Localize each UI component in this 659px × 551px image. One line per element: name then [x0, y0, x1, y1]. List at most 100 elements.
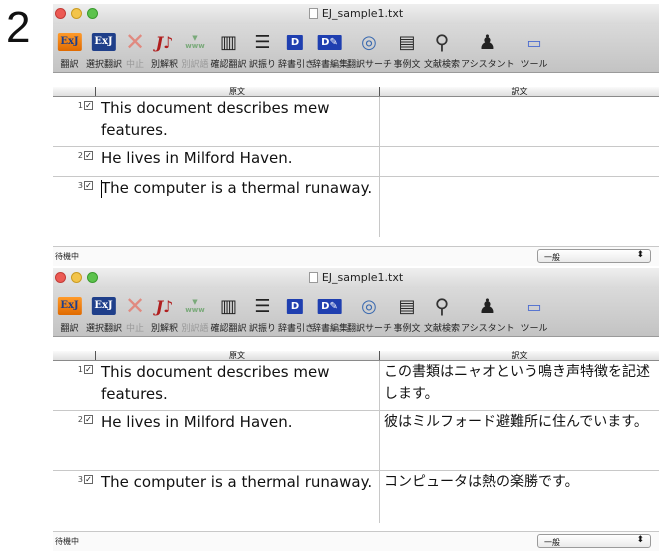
toolbar-button-exj-selection-translate[interactable]: ExJ 選択翻訳 — [86, 27, 122, 71]
toolbar-button-stop[interactable]: ✕ 中止 — [121, 27, 149, 71]
toolbar-button-tool[interactable]: ▭ ツール — [514, 27, 554, 71]
toolbar-button-label: 翻訳サーチ — [347, 324, 393, 334]
toolbar-button-label: 選択翻訳 — [86, 324, 123, 334]
row-checkbox[interactable]: ✓ — [84, 365, 93, 374]
sentence-row[interactable]: 3 ✓ The computer is a thermal runaway. — [53, 177, 659, 237]
toolbar-button-alternative-interpretation[interactable]: J♪ 別解釈 — [149, 291, 180, 335]
dictionary-lookup-icon: D — [286, 295, 304, 317]
source-column-header[interactable]: 原文 — [95, 87, 379, 96]
toolbar-button-label: 中止 — [125, 324, 144, 334]
window-title: EJ_sample1.txt — [53, 7, 659, 20]
alternative-word-icon: ▼ www — [185, 34, 205, 50]
sentence-row[interactable]: 2 ✓ He lives in Milford Haven. — [53, 147, 659, 177]
translation-text[interactable]: コンピュータは熱の楽勝です。 — [384, 471, 658, 493]
source-text[interactable]: This document describes mew features. — [101, 97, 375, 141]
toolbar-button-label: ツール — [520, 324, 548, 334]
toolbar-button-label: ツール — [520, 60, 548, 70]
toolbar-button-label: 事例文 — [393, 324, 421, 334]
toolbar-button-label: 確認翻訳 — [210, 324, 247, 334]
toolbar-button-tool[interactable]: ▭ ツール — [514, 291, 554, 335]
window-title-text: EJ_sample1.txt — [321, 7, 404, 20]
toolbar-button-dictionary-lookup[interactable]: D 辞書引き — [278, 291, 315, 335]
column-header: 原文 訳文 — [53, 87, 659, 97]
title-bar: EJ_sample1.txt — [53, 4, 659, 24]
toolbar-button-stop[interactable]: ✕ 中止 — [121, 291, 149, 335]
toolbar: ExJ 翻訳 ExJ 選択翻訳 ✕ 中止 J♪ 別解釈 ▼ www 別訳語 ▥ 確認翻訳 ☰ 訳振り D 辞書引… — [53, 24, 659, 73]
toolbar-button-exj-translate[interactable]: ExJ 翻訳 — [53, 291, 86, 335]
source-column-header[interactable]: 原文 — [95, 351, 379, 360]
toolbar-button-assistant[interactable]: ♟ アシスタント — [461, 291, 515, 335]
toolbar-button-confirm-translate[interactable]: ▥ 確認翻訳 — [210, 27, 247, 71]
translation-text[interactable]: この書類はニャオという鳴き声特徴を記述します。 — [384, 361, 658, 405]
toolbar-button-document-search[interactable]: ⚲ 文献検索 — [423, 27, 461, 71]
source-text[interactable]: This document describes mew features. — [101, 361, 375, 405]
field-select[interactable]: 一般 ⬍ — [537, 249, 651, 263]
status-bar: 待機中 一般 ⬍ — [53, 246, 659, 266]
toolbar-button-example-sentence[interactable]: ▤ 事例文 — [391, 291, 423, 335]
assistant-icon: ♟ — [478, 294, 497, 318]
alternative-interpretation-icon: J♪ — [155, 32, 174, 52]
furigana-translation-icon: ☰ — [254, 31, 271, 53]
dictionary-lookup-icon: D — [286, 31, 304, 53]
source-text[interactable]: The computer is a thermal runaway. — [101, 471, 375, 493]
row-checkbox[interactable]: ✓ — [84, 181, 93, 190]
toolbar-button-label: 辞書編集 — [312, 60, 349, 70]
sentence-row[interactable]: 3 ✓ The computer is a thermal runaway. コン… — [53, 471, 659, 523]
toolbar-button-dictionary-edit[interactable]: D✎ 辞書編集 — [312, 27, 349, 71]
toolbar-button-translation-search[interactable]: ◎ 翻訳サーチ — [347, 27, 392, 71]
window-title-text: EJ_sample1.txt — [321, 271, 404, 284]
exj-selection-translate-icon: ExJ — [91, 295, 116, 317]
toolbar-button-dictionary-lookup[interactable]: D 辞書引き — [278, 27, 314, 71]
toolbar-button-example-sentence[interactable]: ▤ 事例文 — [391, 27, 423, 71]
tool-icon: ▭ — [526, 296, 542, 316]
toolbar-button-furigana-translation[interactable]: ☰ 訳振り — [247, 291, 278, 335]
toolbar-button-assistant[interactable]: ♟ アシスタント — [461, 27, 515, 71]
toolbar-button-document-search[interactable]: ⚲ 文献検索 — [423, 291, 461, 335]
toolbar-button-label: アシスタント — [461, 324, 515, 334]
sentence-row[interactable]: 1 ✓ This document describes mew features.… — [53, 361, 659, 411]
toolbar-button-label: 確認翻訳 — [210, 60, 247, 70]
sentence-row[interactable]: 2 ✓ He lives in Milford Haven. 彼はミルフォード避難… — [53, 411, 659, 471]
toolbar-button-alternative-interpretation[interactable]: J♪ 別解釈 — [149, 27, 180, 71]
row-checkbox[interactable]: ✓ — [84, 151, 93, 160]
source-text[interactable]: He lives in Milford Haven. — [101, 147, 375, 169]
document-icon — [308, 8, 318, 19]
row-number: 1 ✓ — [77, 101, 93, 110]
translation-column-header[interactable]: 訳文 — [380, 87, 659, 96]
toolbar-button-exj-translate[interactable]: ExJ 翻訳 — [53, 27, 86, 71]
window-title: EJ_sample1.txt — [53, 271, 659, 284]
column-header: 原文 訳文 — [53, 351, 659, 361]
toolbar-button-exj-selection-translate[interactable]: ExJ 選択翻訳 — [86, 291, 123, 335]
toolbar-button-dictionary-edit[interactable]: D✎ 辞書編集 — [312, 291, 348, 335]
example-sentence-icon: ▤ — [398, 31, 416, 53]
row-checkbox[interactable]: ✓ — [84, 101, 93, 110]
status-bar: 待機中 一般 ⬍ — [53, 531, 659, 551]
stop-icon: ✕ — [124, 28, 146, 56]
translator-window-after: EJ_sample1.txt ExJ 翻訳 ExJ 選択翻訳 ✕ 中止 J♪ 別解釈 ▼ www 別… — [53, 268, 659, 551]
field-select[interactable]: 一般 ⬍ — [537, 534, 651, 548]
toolbar-button-label: 別訳語 — [181, 60, 209, 70]
title-bar: EJ_sample1.txt — [53, 268, 659, 288]
toolbar-button-confirm-translate[interactable]: ▥ 確認翻訳 — [210, 291, 247, 335]
toolbar-button-label: 文献検索 — [423, 60, 460, 70]
row-checkbox[interactable]: ✓ — [84, 475, 93, 484]
toolbar-button-translation-search[interactable]: ◎ 翻訳サーチ — [347, 291, 393, 335]
toolbar-button-alternative-word[interactable]: ▼ www 別訳語 — [180, 291, 210, 335]
assistant-icon: ♟ — [478, 30, 497, 54]
source-text[interactable]: The computer is a thermal runaway. — [101, 177, 375, 199]
source-text[interactable]: He lives in Milford Haven. — [101, 411, 375, 433]
toolbar-button-label: 中止 — [125, 60, 144, 70]
row-checkbox[interactable]: ✓ — [84, 415, 93, 424]
confirm-translate-icon: ▥ — [219, 295, 238, 317]
toolbar-button-label: 訳振り — [248, 324, 276, 334]
translation-text[interactable]: 彼はミルフォード避難所に住んでいます。 — [384, 411, 658, 433]
sentence-row[interactable]: 1 ✓ This document describes mew features. — [53, 97, 659, 147]
translator-window-before: EJ_sample1.txt ExJ 翻訳 ExJ 選択翻訳 ✕ 中止 J♪ 別解釈 ▼ www 別… — [53, 4, 659, 266]
toolbar-button-alternative-word[interactable]: ▼ www 別訳語 — [180, 27, 210, 71]
toolbar-button-label: 辞書引き — [278, 324, 315, 334]
row-divider — [379, 411, 380, 470]
toolbar-button-label: アシスタント — [461, 60, 515, 70]
toolbar-button-furigana-translation[interactable]: ☰ 訳振り — [247, 27, 278, 71]
toolbar-button-label: 翻訳 — [60, 324, 79, 334]
translation-column-header[interactable]: 訳文 — [380, 351, 659, 360]
